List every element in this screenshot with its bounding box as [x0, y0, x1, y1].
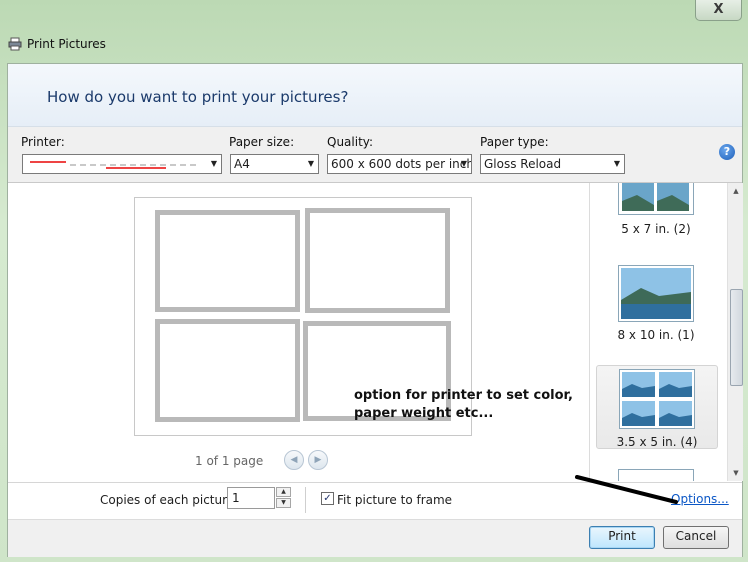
layout-label: 5 x 7 in. (2) [621, 222, 691, 236]
print-options-bar: Copies of each picture: 1 ▲ ▼ ✓ Fit pict… [8, 482, 742, 519]
back-arrow-icon[interactable]: ◀ [284, 450, 304, 470]
layout-thumbnail [618, 469, 694, 481]
scrollbar-thumb[interactable] [730, 289, 743, 386]
layout-item-3x5[interactable]: 3.5 x 5 in. (4) [596, 365, 718, 449]
paper-type-select[interactable]: Gloss Reload ▼ [480, 154, 625, 174]
chevron-down-icon: ▼ [307, 159, 315, 168]
layout-label: 3.5 x 5 in. (4) [616, 435, 698, 449]
paper-type-value: Gloss Reload [484, 157, 562, 171]
printer-icon [8, 37, 22, 51]
layout-label: 8 x 10 in. (1) [617, 328, 695, 342]
close-button[interactable]: X [695, 0, 742, 21]
divider [305, 487, 306, 513]
layout-thumbnail [619, 369, 695, 429]
annotation-line-2: paper weight etc... [354, 406, 494, 421]
scroll-up-icon[interactable]: ▲ [728, 183, 743, 199]
layout-scrollbar[interactable]: ▲ ▼ [727, 183, 743, 481]
stepper-down-icon[interactable]: ▼ [276, 498, 291, 508]
copies-label: Copies of each picture: [100, 493, 239, 507]
photo-slot [155, 210, 300, 312]
dialog-buttons: Print Cancel [8, 519, 742, 557]
paper-size-select[interactable]: A4 ▼ [230, 154, 319, 174]
title-bar: X Print Pictures [0, 0, 748, 62]
options-link[interactable]: Options... [671, 492, 729, 506]
chevron-down-icon: ▼ [460, 159, 468, 168]
layout-thumbnail [618, 183, 694, 215]
fit-picture-checkbox[interactable]: ✓ [321, 492, 334, 505]
print-button[interactable]: Print [589, 526, 655, 549]
dialog-client: How do you want to print your pictures? … [7, 63, 743, 557]
header-band: How do you want to print your pictures? [8, 64, 742, 127]
layout-thumbnail [618, 265, 694, 322]
annotation-line-1: option for printer to set color, [354, 388, 573, 403]
printer-label: Printer: [21, 135, 65, 149]
annotation-text: option for printer to set color, paper w… [354, 387, 584, 423]
stepper-up-icon[interactable]: ▲ [276, 487, 291, 497]
printer-select[interactable]: ▼ [22, 154, 222, 174]
copies-stepper[interactable]: ▲ ▼ [276, 487, 291, 509]
quality-label: Quality: [327, 135, 374, 149]
printer-redacted-name [30, 161, 196, 169]
copies-input[interactable]: 1 [227, 487, 275, 509]
layout-item-8x10[interactable]: 8 x 10 in. (1) [596, 263, 716, 353]
scroll-down-icon[interactable]: ▼ [728, 465, 743, 481]
help-icon[interactable]: ? [719, 144, 735, 160]
photo-slot [155, 319, 300, 422]
print-preview-area: 1 of 1 page ◀ ▶ [8, 183, 588, 481]
quality-select[interactable]: 600 x 600 dots per inch ▼ [327, 154, 472, 174]
chevron-down-icon: ▼ [210, 159, 218, 168]
fit-picture-label[interactable]: Fit picture to frame [337, 493, 452, 507]
header-question: How do you want to print your pictures? [47, 88, 349, 106]
layout-item-next[interactable] [596, 469, 716, 481]
page-status: 1 of 1 page [195, 454, 264, 468]
paper-size-value: A4 [234, 157, 250, 171]
layout-item-5x7[interactable]: 5 x 7 in. (2) [596, 183, 716, 243]
forward-arrow-icon[interactable]: ▶ [308, 450, 328, 470]
paper-size-label: Paper size: [229, 135, 295, 149]
cancel-button[interactable]: Cancel [663, 526, 729, 549]
photo-slot [305, 208, 450, 313]
layout-list: 5 x 7 in. (2) 8 x 10 in. (1) 3.5 x 5 in.… [589, 183, 743, 481]
chevron-down-icon: ▼ [613, 159, 621, 168]
window-title: Print Pictures [27, 37, 106, 51]
quality-value: 600 x 600 dots per inch [331, 157, 472, 171]
print-settings-toolbar: Printer: ▼ Paper size: A4 ▼ Quality: 600… [8, 127, 742, 183]
paper-type-label: Paper type: [480, 135, 549, 149]
window-frame: X Print Pictures How do you want to prin… [0, 0, 748, 562]
